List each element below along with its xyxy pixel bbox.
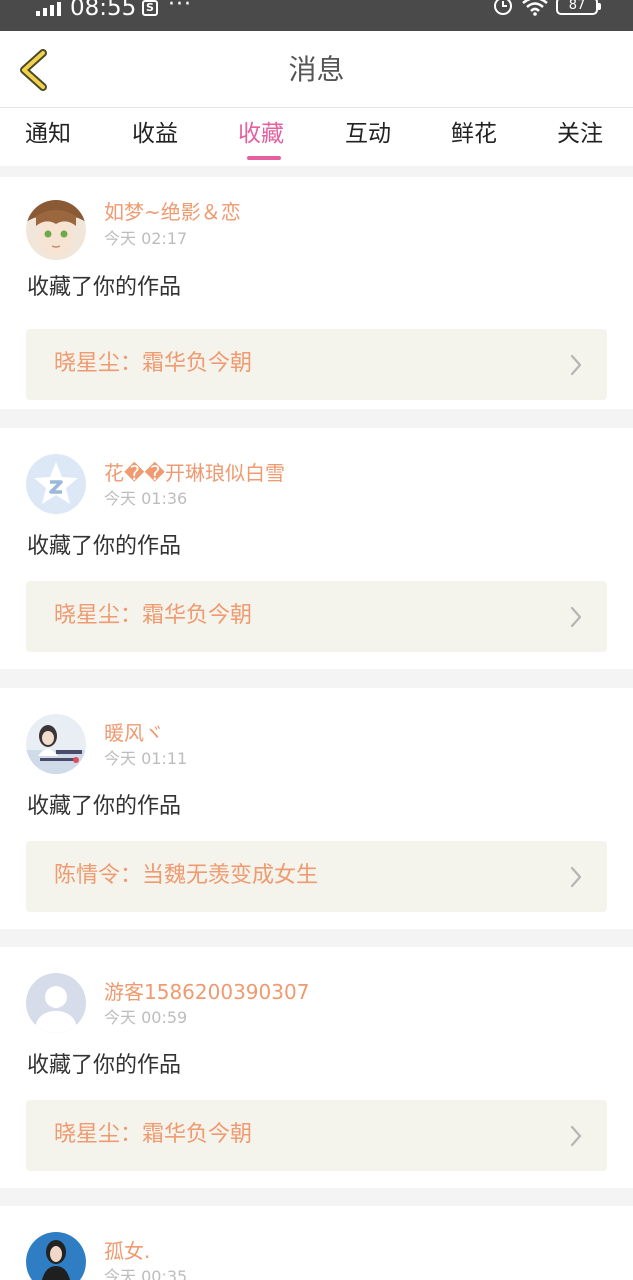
message-card: 孤女. 今天 00:35: [0, 1206, 633, 1280]
avatar[interactable]: [26, 1232, 86, 1280]
tab-earnings[interactable]: 收益: [132, 118, 178, 150]
active-tab-indicator: [247, 156, 281, 160]
chevron-right-icon: [570, 866, 582, 888]
alarm-icon: [494, 0, 512, 15]
work-title: 陈情令：当魏无羡变成女生: [54, 863, 319, 888]
chevron-right-icon: [570, 354, 582, 376]
status-bar: 08:55 S ··· 87: [0, 0, 633, 31]
tab-flowers[interactable]: 鲜花: [451, 118, 497, 150]
message-card: 如梦~绝影＆恋 今天 02:17 收藏了你的作品 晓星尘：霜华负今朝: [0, 177, 633, 409]
tab-bar: 通知 收益 收藏 互动 鲜花 关注: [0, 108, 633, 166]
chevron-right-icon: [570, 1125, 582, 1147]
battery-icon: 87: [556, 0, 601, 15]
timestamp: 今天 02:17: [104, 229, 188, 248]
username[interactable]: 孤女.: [104, 1237, 150, 1265]
action-text: 收藏了你的作品: [27, 794, 182, 819]
tab-notifications[interactable]: 通知: [25, 118, 71, 150]
timestamp: 今天 00:59: [104, 1008, 188, 1027]
tab-follows[interactable]: 关注: [557, 118, 603, 150]
username[interactable]: 暖风ヾ: [104, 719, 164, 747]
work-link[interactable]: 晓星尘：霜华负今朝: [26, 1100, 607, 1171]
work-link[interactable]: 晓星尘：霜华负今朝: [26, 329, 607, 400]
work-title: 晓星尘：霜华负今朝: [54, 351, 253, 376]
page-title: 消息: [288, 53, 345, 86]
work-title: 晓星尘：霜华负今朝: [54, 1122, 253, 1147]
avatar[interactable]: [26, 200, 86, 260]
timestamp: 今天 01:11: [104, 749, 188, 768]
avatar[interactable]: [26, 714, 86, 774]
timestamp: 今天 00:35: [104, 1267, 188, 1280]
work-title: 晓星尘：霜华负今朝: [54, 603, 253, 628]
tab-interactions[interactable]: 互动: [345, 118, 391, 150]
signal-icon: [36, 2, 64, 16]
timestamp: 今天 01:36: [104, 489, 188, 508]
chevron-right-icon: [570, 606, 582, 628]
s-app-icon: S: [142, 0, 158, 16]
avatar[interactable]: [26, 454, 86, 514]
action-text: 收藏了你的作品: [27, 275, 182, 300]
wifi-icon: [522, 0, 548, 16]
action-text: 收藏了你的作品: [27, 1053, 182, 1078]
avatar[interactable]: [26, 973, 86, 1033]
username[interactable]: 如梦~绝影＆恋: [104, 198, 241, 226]
message-card: 暖风ヾ 今天 01:11 收藏了你的作品 陈情令：当魏无羡变成女生: [0, 688, 633, 929]
status-time: 08:55: [70, 0, 137, 21]
username[interactable]: 花��开琳琅似白雪: [104, 459, 285, 487]
message-card: 游客1586200390307 今天 00:59 收藏了你的作品 晓星尘：霜华负…: [0, 947, 633, 1188]
action-text: 收藏了你的作品: [27, 534, 182, 559]
username[interactable]: 游客1586200390307: [104, 978, 309, 1006]
work-link[interactable]: 晓星尘：霜华负今朝: [26, 581, 607, 652]
message-card: 花��开琳琅似白雪 今天 01:36 收藏了你的作品 晓星尘：霜华负今朝: [0, 428, 633, 669]
nav-bar: 消息: [0, 31, 633, 108]
overflow-dots: ···: [168, 0, 192, 17]
tab-favorites[interactable]: 收藏: [238, 118, 284, 150]
work-link[interactable]: 陈情令：当魏无羡变成女生: [26, 841, 607, 912]
